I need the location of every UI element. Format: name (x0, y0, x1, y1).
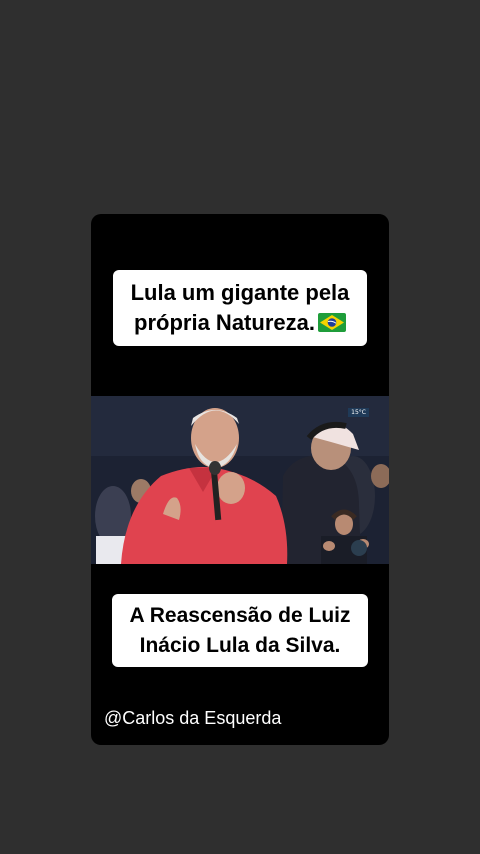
top-caption: Lula um gigante pela própria Natureza. (113, 270, 367, 346)
weather-badge: 15°C (348, 408, 369, 417)
video-frame[interactable]: 15°C (91, 396, 389, 564)
bottom-caption: A Reascensão de Luiz Inácio Lula da Silv… (112, 594, 368, 667)
top-caption-text: Lula um gigante pela própria Natureza. (130, 280, 350, 335)
bottom-caption-text: A Reascensão de Luiz Inácio Lula da Silv… (129, 604, 351, 657)
story-card[interactable]: Lula um gigante pela própria Natureza. 1… (91, 214, 389, 745)
brazil-flag-icon (317, 310, 346, 332)
creator-handle[interactable]: @Carlos da Esquerda (104, 708, 281, 729)
speaker-video-image (91, 396, 389, 564)
story-screen: Lula um gigante pela própria Natureza. 1… (0, 0, 480, 854)
